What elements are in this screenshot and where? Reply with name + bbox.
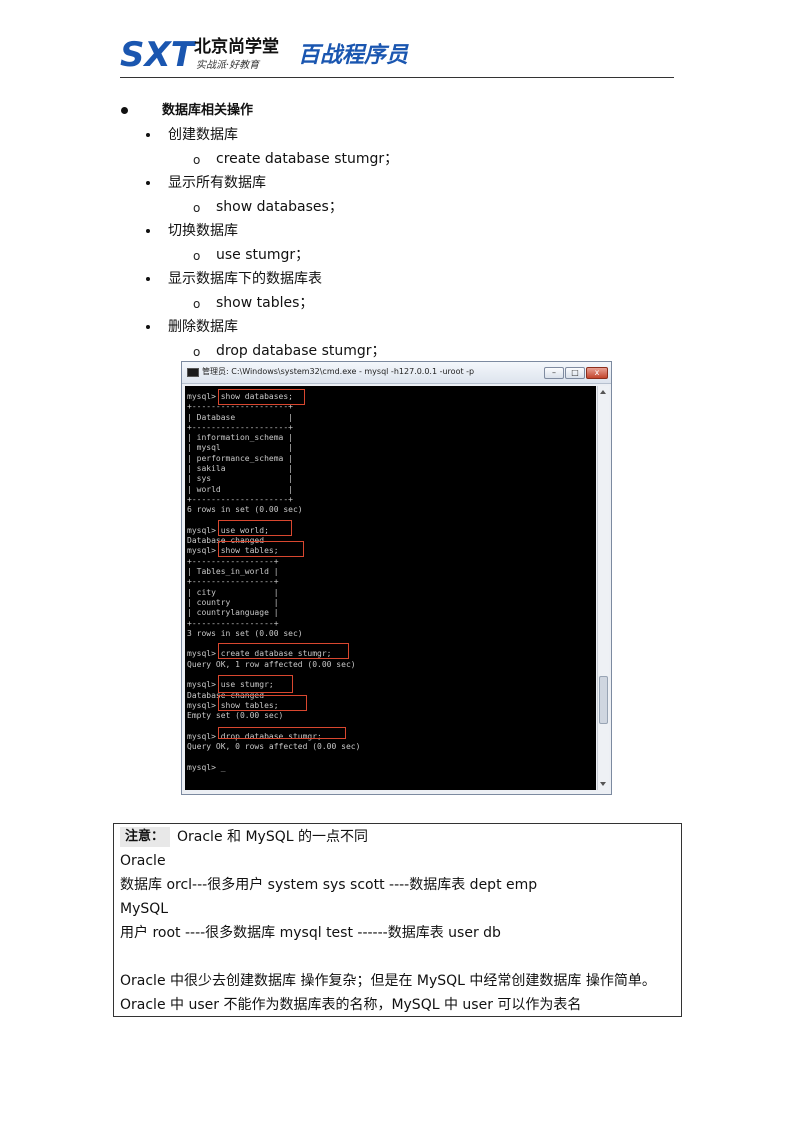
terminal-title: 管理员: C:\Windows\system32\cmd.exe - mysql… bbox=[202, 367, 475, 376]
sub-bullet-icon: o bbox=[193, 153, 201, 167]
bullet-icon bbox=[146, 325, 150, 329]
terminal-scrollbar[interactable] bbox=[597, 386, 609, 790]
close-button[interactable]: x bbox=[586, 367, 608, 379]
sub-bullet-icon: o bbox=[193, 345, 201, 359]
sub-bullet-icon: o bbox=[193, 249, 201, 263]
command-highlight bbox=[218, 727, 346, 739]
command-highlight bbox=[218, 541, 304, 557]
note-line: Oracle 中很少去创建数据库 操作复杂；但是在 MySQL 中经常创建数据库… bbox=[120, 973, 656, 989]
scroll-down-icon[interactable] bbox=[600, 782, 606, 786]
note-line: 数据库 orcl---很多用户 system sys scott ----数据库… bbox=[120, 877, 538, 893]
note-title: Oracle 和 MySQL 的一点不同 bbox=[177, 829, 368, 845]
note-line: Oracle bbox=[120, 853, 166, 869]
terminal-titlebar: 管理员: C:\Windows\system32\cmd.exe - mysql… bbox=[182, 362, 611, 384]
list-command: drop database stumgr； bbox=[216, 343, 386, 359]
note-line: Oracle 中 user 不能作为数据库表的名称，MySQL 中 user 可… bbox=[120, 997, 582, 1013]
list-command: show tables； bbox=[216, 295, 314, 311]
command-highlight bbox=[218, 389, 305, 405]
header-rule bbox=[120, 77, 674, 78]
terminal-text: mysql> show databases; +----------------… bbox=[187, 392, 361, 772]
bullet-icon bbox=[146, 229, 150, 233]
list-command: show databases； bbox=[216, 199, 343, 215]
terminal-output: mysql> show databases; +----------------… bbox=[185, 386, 596, 790]
command-highlight bbox=[218, 695, 307, 711]
command-highlight bbox=[218, 675, 293, 693]
terminal-window: 管理员: C:\Windows\system32\cmd.exe - mysql… bbox=[181, 361, 612, 795]
company-logo: SXT 北京尚学堂 实战派·好教育 百战程序员 bbox=[120, 35, 409, 75]
list-item: 创建数据库 bbox=[168, 127, 238, 143]
list-command: use stumgr； bbox=[216, 247, 310, 263]
note-box: 注意： Oracle 和 MySQL 的一点不同 Oracle 数据库 orcl… bbox=[113, 823, 682, 1017]
logo-brand: 百战程序员 bbox=[298, 42, 409, 68]
section-heading: 数据库相关操作 bbox=[162, 103, 254, 118]
bullet-icon bbox=[146, 133, 150, 137]
note-label: 注意： bbox=[125, 829, 165, 844]
logo-cn: 北京尚学堂 bbox=[194, 36, 279, 57]
list-item: 显示所有数据库 bbox=[168, 175, 266, 191]
command-highlight bbox=[218, 520, 292, 536]
logo-slogan: 实战派·好教育 bbox=[196, 59, 261, 71]
bullet-icon bbox=[146, 181, 150, 185]
scroll-up-icon[interactable] bbox=[600, 390, 606, 394]
list-command: create database stumgr； bbox=[216, 151, 399, 167]
logo-sxt: SXT bbox=[120, 35, 197, 75]
maximize-button[interactable]: □ bbox=[565, 367, 585, 379]
sub-bullet-icon: o bbox=[193, 297, 201, 311]
bullet-icon bbox=[121, 107, 128, 114]
note-line: MySQL bbox=[120, 901, 169, 917]
note-label-bg: 注意： bbox=[120, 827, 170, 847]
command-highlight bbox=[218, 643, 349, 659]
list-item: 切换数据库 bbox=[168, 223, 238, 239]
bullet-icon bbox=[146, 277, 150, 281]
list-item: 显示数据库下的数据库表 bbox=[168, 271, 322, 287]
minimize-button[interactable]: – bbox=[544, 367, 564, 379]
list-item: 删除数据库 bbox=[168, 319, 238, 335]
scroll-thumb[interactable] bbox=[599, 676, 608, 724]
sub-bullet-icon: o bbox=[193, 201, 201, 215]
cmd-icon bbox=[187, 368, 199, 377]
note-line: 用户 root ----很多数据库 mysql test ------数据库表 … bbox=[120, 925, 501, 941]
